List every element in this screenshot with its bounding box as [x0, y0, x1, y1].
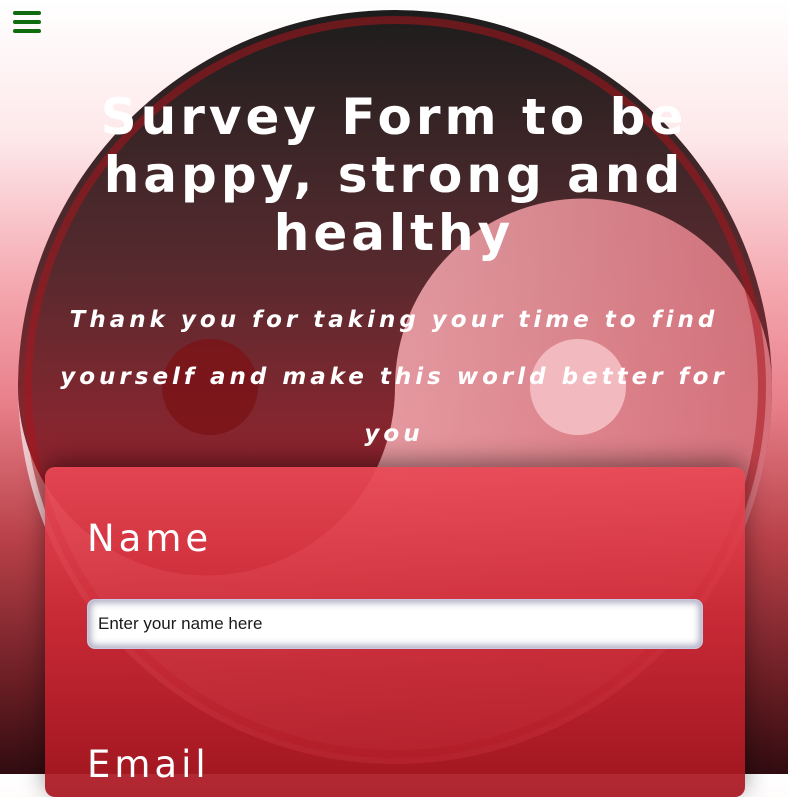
email-label: Email — [87, 743, 210, 786]
menu-bar — [13, 11, 41, 15]
hamburger-menu-icon[interactable] — [12, 10, 42, 36]
menu-bar — [13, 29, 41, 33]
menu-bar — [13, 20, 41, 24]
survey-form: Name Email — [45, 467, 745, 797]
name-label: Name — [87, 517, 213, 560]
name-input[interactable] — [87, 599, 703, 649]
page-title: Survey Form to be happy, strong and heal… — [100, 88, 688, 262]
page-header: Survey Form to be happy, strong and heal… — [0, 88, 788, 463]
page-subtitle: Thank you for taking your time to find y… — [60, 307, 728, 447]
